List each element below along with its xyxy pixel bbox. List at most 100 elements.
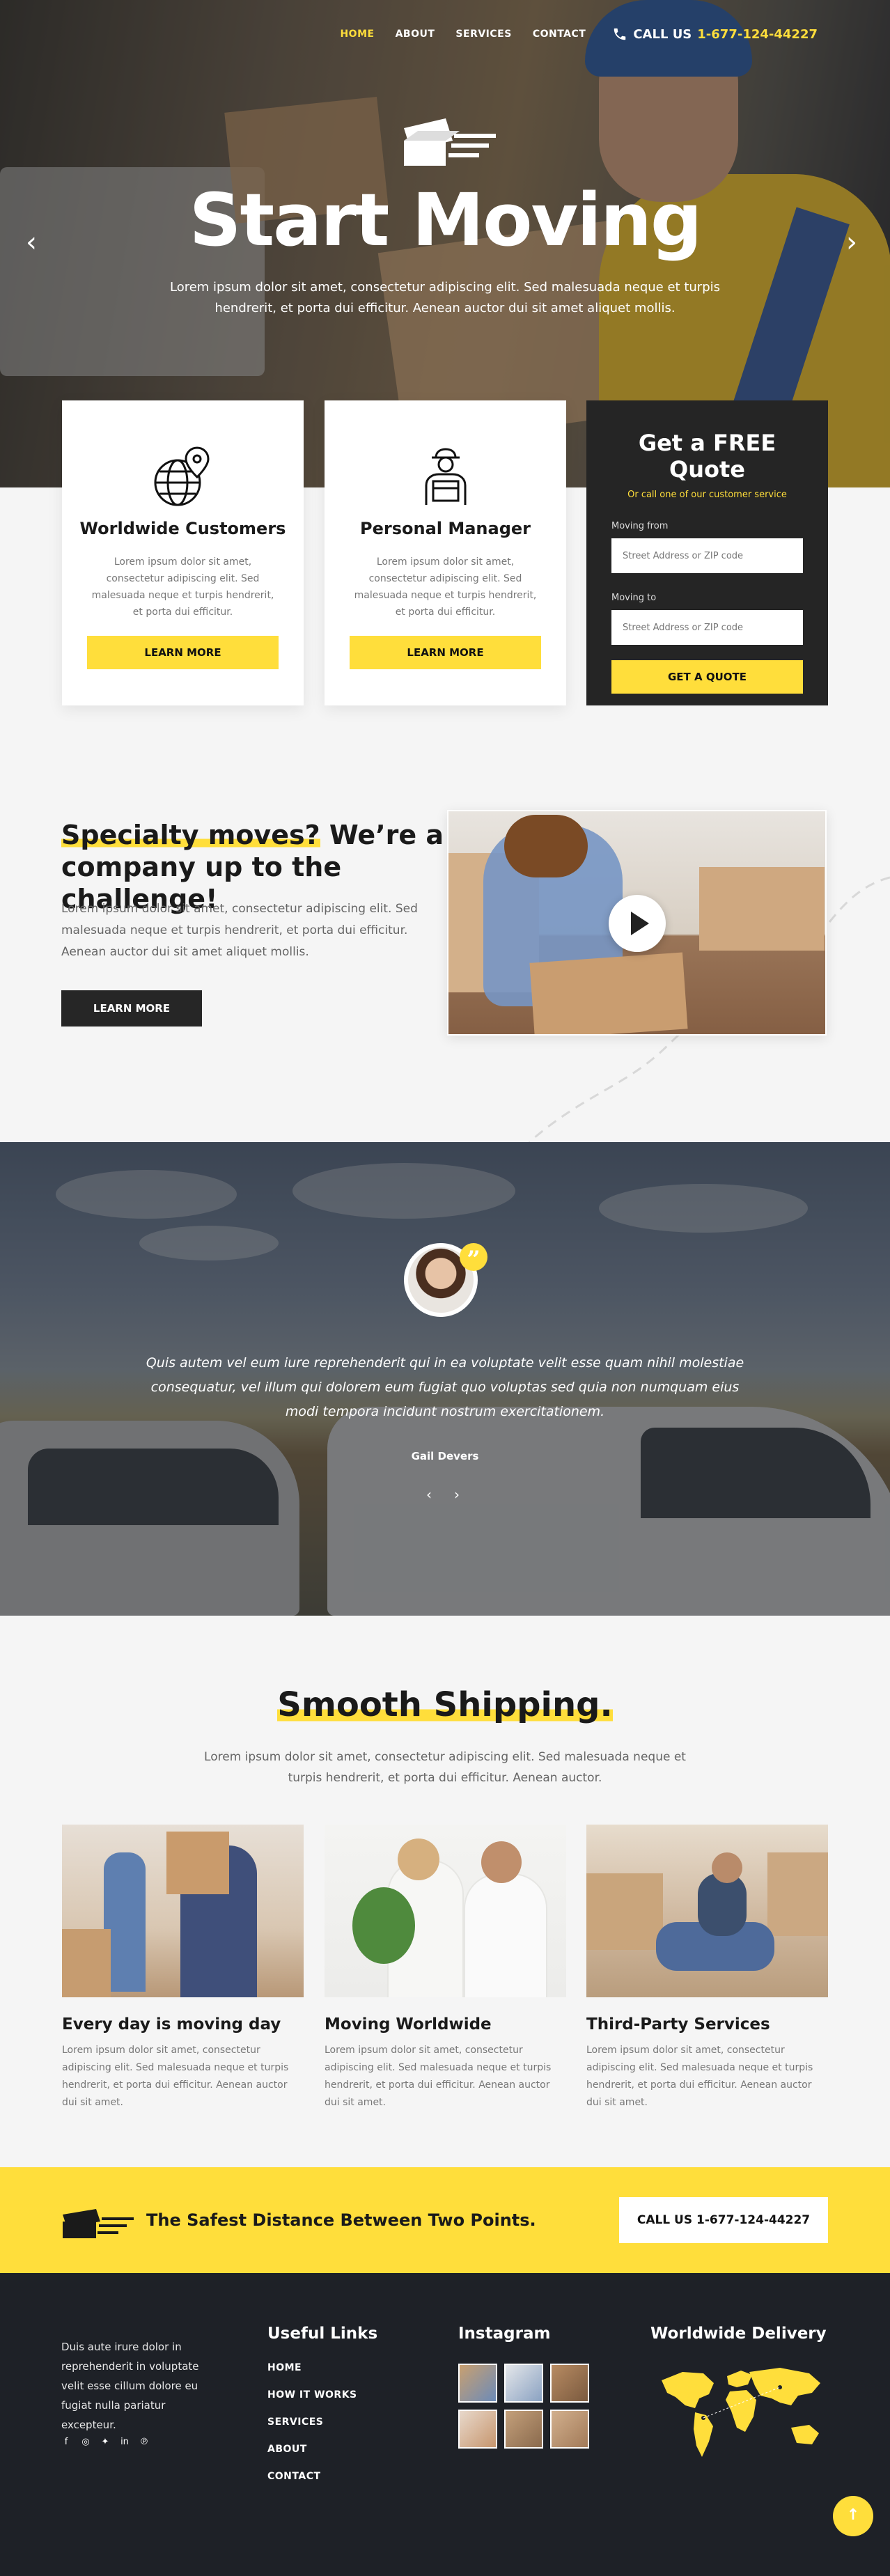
- get-quote-button[interactable]: GET A QUOTE: [611, 660, 803, 694]
- service-text: Lorem ipsum dolor sit amet, consectetur …: [325, 2045, 552, 2108]
- service-item: Third-Party Services Lorem ipsum dolor s…: [586, 1825, 828, 2111]
- chevron-right-icon[interactable]: ›: [450, 1486, 464, 1503]
- service-title: Moving Worldwide: [325, 2015, 492, 2034]
- video-thumbnail[interactable]: [447, 810, 827, 1036]
- service-image: [325, 1825, 566, 1997]
- quote-form: Get a FREE Quote Or call one of our cust…: [586, 400, 828, 705]
- person-head-shape: [481, 1841, 522, 1883]
- moving-from-label: Moving from: [611, 521, 669, 531]
- service-item: Every day is moving day Lorem ipsum dolo…: [62, 1825, 304, 2111]
- delivery-person-icon: [425, 448, 467, 505]
- nav-about[interactable]: ABOUT: [396, 29, 435, 40]
- instagram-thumb[interactable]: [458, 2364, 497, 2403]
- facebook-icon[interactable]: f: [61, 2437, 71, 2447]
- box-shape: [166, 1832, 229, 1894]
- feature-card-manager: Personal Manager Lorem ipsum dolor sit a…: [325, 400, 566, 705]
- shipping-text: Lorem ipsum dolor sit amet, consectetur …: [204, 1750, 686, 1785]
- world-map-icon: [662, 2368, 820, 2457]
- instagram-thumb[interactable]: [504, 2364, 543, 2403]
- hero-text: Lorem ipsum dolor sit amet, consectetur …: [170, 280, 720, 315]
- social-links: f ◎ ✦ in ℗: [61, 2437, 149, 2447]
- specialty-learn-more-button[interactable]: LEARN MORE: [61, 990, 202, 1027]
- testimonial-name: Gail Devers: [411, 1450, 479, 1462]
- shipping-title-text: Smooth Shipping.: [277, 1685, 613, 1724]
- footer: Duis aute irure dolor in reprehenderit i…: [0, 2273, 890, 2576]
- testimonial-text: Quis autem vel eum iure reprehenderit qu…: [146, 1355, 744, 1419]
- footer-link-home[interactable]: HOME: [267, 2362, 357, 2389]
- card-title: Personal Manager: [360, 519, 531, 538]
- moving-from-input[interactable]: [611, 538, 803, 573]
- nav-call[interactable]: CALL US 1-677-124-44227: [612, 26, 818, 42]
- video-person-hair: [504, 815, 588, 877]
- moving-to-input[interactable]: [611, 610, 803, 645]
- service-title: Every day is moving day: [62, 2015, 281, 2034]
- call-label: CALL US: [633, 26, 692, 42]
- instagram-title: Instagram: [458, 2325, 551, 2343]
- instagram-thumb[interactable]: [458, 2410, 497, 2449]
- box-shape: [586, 1873, 663, 1950]
- hero-title: Start Moving: [189, 178, 703, 263]
- testimonial-section: ” Quis autem vel eum iure reprehenderit …: [0, 1142, 890, 1616]
- chevron-right-icon[interactable]: ›: [841, 228, 862, 256]
- delivery-title: Worldwide Delivery: [650, 2325, 827, 2343]
- service-image: [62, 1825, 304, 1997]
- quote-title: Get a FREE Quote: [638, 430, 776, 483]
- footer-link-services[interactable]: SERVICES: [267, 2417, 357, 2444]
- footer-link-contact[interactable]: CONTACT: [267, 2471, 357, 2498]
- feature-card-worldwide: Worldwide Customers Lorem ipsum dolor si…: [62, 400, 304, 705]
- phone-icon: [614, 28, 626, 40]
- shipping-title: Smooth Shipping.: [0, 1685, 890, 1724]
- person-head-shape: [712, 1852, 742, 1883]
- box-shape: [767, 1852, 828, 1936]
- useful-links: HOME HOW IT WORKS SERVICES ABOUT CONTACT: [267, 2362, 357, 2498]
- instagram-icon[interactable]: ◎: [81, 2437, 91, 2447]
- moving-to-label: Moving to: [611, 593, 657, 603]
- footer-link-about[interactable]: ABOUT: [267, 2444, 357, 2471]
- box-shape: [62, 1929, 111, 1997]
- video-box-shape: [699, 867, 825, 951]
- instagram-thumb[interactable]: [504, 2410, 543, 2449]
- call-us-button[interactable]: CALL US 1-677-124-44227: [619, 2197, 828, 2243]
- service-text: Lorem ipsum dolor sit amet, consectetur …: [62, 2045, 289, 2108]
- service-text: Lorem ipsum dolor sit amet, consectetur …: [586, 2045, 813, 2108]
- cta-banner: The Safest Distance Between Two Points. …: [0, 2167, 890, 2273]
- twitter-icon[interactable]: ✦: [100, 2437, 110, 2447]
- footer-link-how-it-works[interactable]: HOW IT WORKS: [267, 2389, 357, 2417]
- quote-icon: ”: [460, 1243, 487, 1274]
- instagram-grid: [458, 2364, 589, 2449]
- service-title: Third-Party Services: [586, 2015, 770, 2034]
- card-text: Lorem ipsum dolor sit amet, consectetur …: [91, 556, 274, 618]
- chevron-left-icon[interactable]: ‹: [422, 1486, 436, 1503]
- nav-services[interactable]: SERVICES: [455, 29, 511, 40]
- call-number: 1-677-124-44227: [697, 26, 818, 42]
- quote-subtitle: Or call one of our customer service: [627, 490, 787, 500]
- specialty-title-highlight: Specialty moves?: [61, 820, 320, 850]
- card-text: Lorem ipsum dolor sit amet, consectetur …: [354, 556, 537, 618]
- cta-text: The Safest Distance Between Two Points.: [146, 2210, 536, 2230]
- plant-shape: [352, 1887, 415, 1964]
- main-nav: HOME ABOUT SERVICES CONTACT CALL US 1-67…: [340, 26, 818, 42]
- nav-contact[interactable]: CONTACT: [533, 29, 586, 40]
- globe-pin-icon: [154, 446, 210, 506]
- service-item: Moving Worldwide Lorem ipsum dolor sit a…: [325, 1825, 566, 2111]
- video-box-shape: [529, 952, 688, 1034]
- person-head-shape: [398, 1839, 439, 1880]
- nav-home[interactable]: HOME: [340, 29, 374, 40]
- linkedin-icon[interactable]: in: [120, 2437, 130, 2447]
- learn-more-button[interactable]: LEARN MORE: [87, 636, 279, 669]
- person-shape: [464, 1873, 547, 1997]
- service-image: [586, 1825, 828, 1997]
- back-to-top-icon[interactable]: ↑: [833, 2496, 873, 2536]
- page: HOME ABOUT SERVICES CONTACT CALL US 1-67…: [0, 0, 890, 2576]
- footer-about: Duis aute irure dolor in reprehenderit i…: [61, 2341, 199, 2431]
- instagram-thumb[interactable]: [550, 2410, 589, 2449]
- chevron-left-icon[interactable]: ‹: [21, 228, 42, 256]
- instagram-thumb[interactable]: [550, 2364, 589, 2403]
- learn-more-button[interactable]: LEARN MORE: [350, 636, 541, 669]
- pinterest-icon[interactable]: ℗: [139, 2437, 149, 2447]
- play-icon[interactable]: [609, 895, 666, 952]
- specialty-text: Lorem ipsum dolor sit amet, consectetur …: [61, 902, 418, 959]
- card-title: Worldwide Customers: [79, 519, 286, 538]
- logo-box-icon: [63, 2209, 134, 2238]
- useful-links-title: Useful Links: [267, 2325, 378, 2343]
